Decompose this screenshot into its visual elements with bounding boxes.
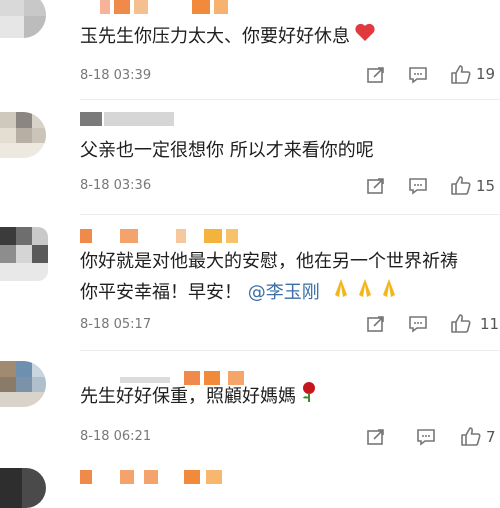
- timestamp: 8-18 06:21: [80, 429, 152, 444]
- comment-body: 你平安幸福！早安！: [80, 282, 242, 303]
- comment-text: 你好就是对他最大的安慰，他在另一个世界祈祷 你平安幸福！早安！ @李玉刚: [80, 247, 458, 309]
- divider: [80, 99, 500, 100]
- heart-emoji: [354, 22, 376, 52]
- rose-emoji: [300, 381, 318, 413]
- avatar[interactable]: [0, 0, 46, 38]
- divider: [80, 214, 500, 215]
- timestamp: 8-18 03:36: [80, 178, 152, 193]
- like-count: 19: [476, 65, 496, 83]
- thumbs-up-icon[interactable]: [460, 426, 482, 446]
- comment-line-1: 你好就是对他最大的安慰，他在另一个世界祈祷: [80, 251, 458, 272]
- thumbs-up-icon[interactable]: [450, 313, 472, 333]
- avatar[interactable]: [0, 468, 46, 508]
- thumbs-up-icon[interactable]: [450, 175, 472, 195]
- comment-icon[interactable]: [408, 177, 428, 195]
- comment-line-2: 你平安幸福！早安！ @李玉刚: [80, 277, 458, 309]
- timestamp: 8-18 05:17: [80, 317, 152, 332]
- comment-icon[interactable]: [416, 428, 436, 446]
- share-icon[interactable]: [366, 428, 386, 446]
- share-icon[interactable]: [366, 315, 386, 333]
- avatar[interactable]: [0, 361, 46, 407]
- comment-text: 先生好好保重，照顧好媽媽: [80, 381, 318, 413]
- thumbs-up-icon[interactable]: [450, 64, 472, 84]
- like-count: 11: [480, 315, 500, 333]
- comment-icon[interactable]: [408, 66, 428, 84]
- like-count: 15: [476, 177, 496, 195]
- praying-hands-emoji: [329, 277, 401, 309]
- comment-body: 先生好好保重，照顧好媽媽: [80, 386, 296, 407]
- like-count: 7: [486, 428, 496, 446]
- divider: [80, 350, 500, 351]
- avatar[interactable]: [0, 227, 48, 281]
- timestamp: 8-18 03:39: [80, 68, 152, 83]
- comment-text: 父亲也一定很想你 所以才来看你的呢: [80, 136, 374, 166]
- comment-icon[interactable]: [408, 315, 428, 333]
- comment-body: 父亲也一定很想你 所以才来看你的呢: [80, 140, 374, 161]
- share-icon[interactable]: [366, 66, 386, 84]
- mention-link[interactable]: @李玉刚: [248, 282, 320, 303]
- comment-text: 玉先生你压力太大、你要好好休息: [80, 22, 376, 52]
- comment-body: 玉先生你压力太大、你要好好休息: [80, 26, 350, 47]
- share-icon[interactable]: [366, 177, 386, 195]
- avatar[interactable]: [0, 112, 46, 158]
